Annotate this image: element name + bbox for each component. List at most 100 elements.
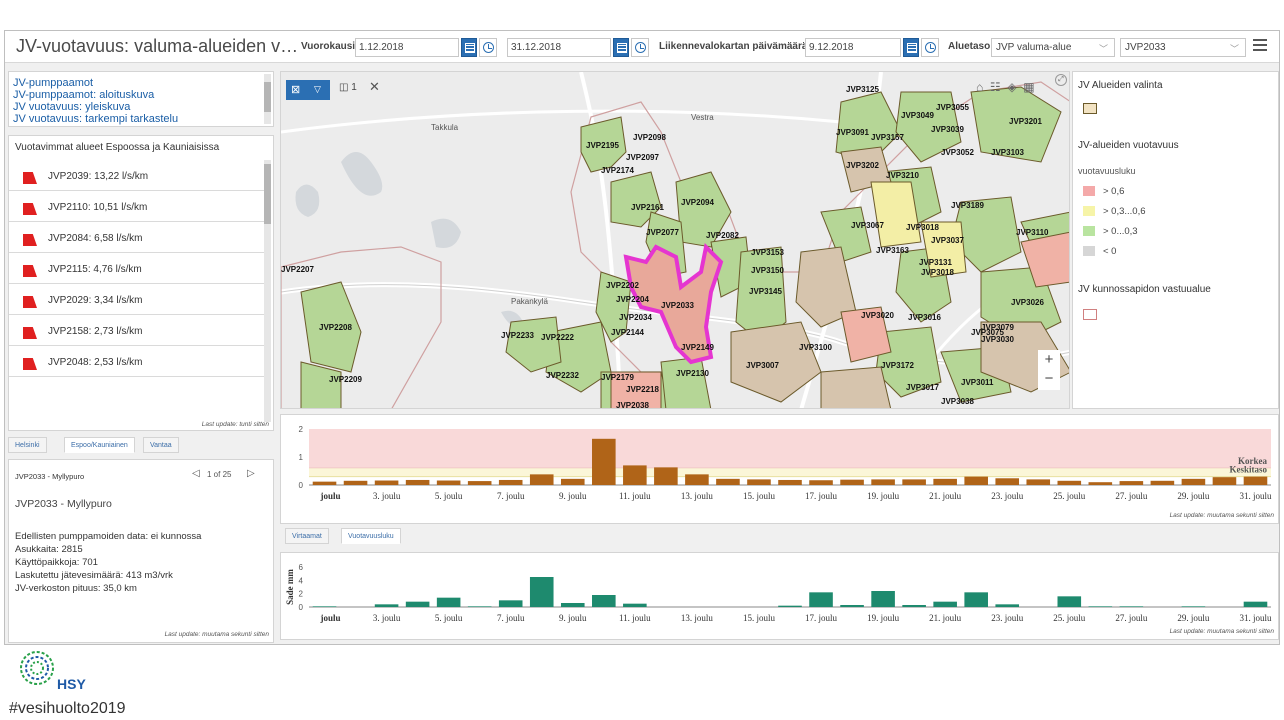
tab-vuotavuusluku[interactable]: Vuotavuusluku [341, 528, 401, 544]
bar[interactable] [1088, 482, 1113, 485]
bar[interactable] [374, 480, 399, 485]
map-area-label[interactable]: JVP3079 [981, 323, 1014, 332]
bar[interactable] [809, 592, 833, 607]
area-level-select[interactable]: JVP valuma-alue ﹀ [991, 38, 1115, 57]
map-area-label[interactable]: JVP2204 [616, 295, 649, 304]
ranking-item[interactable]: JVP2048: 2,53 l/s/km [9, 346, 269, 377]
map-area-label[interactable]: JVP2233 [501, 331, 534, 340]
tab-espoo-kauniainen[interactable]: Espoo/Kauniainen [64, 437, 135, 453]
bar[interactable] [1181, 478, 1206, 485]
bar[interactable] [809, 480, 833, 485]
bar[interactable] [747, 479, 771, 485]
links-scrollbar[interactable] [264, 74, 271, 124]
map-area-label[interactable]: JVP3007 [746, 361, 779, 370]
bar[interactable] [312, 606, 337, 607]
map-area-label[interactable]: JVP2232 [546, 371, 579, 380]
map-area-label[interactable]: JVP2218 [626, 385, 659, 394]
prev-arrow-icon[interactable]: ◁ [192, 468, 200, 479]
map-area-label[interactable]: JVP2195 [586, 141, 619, 150]
bar[interactable] [498, 479, 523, 485]
bar[interactable] [592, 438, 616, 485]
trafficmap-calendar-icon[interactable] [903, 38, 919, 57]
bar[interactable] [1243, 476, 1268, 485]
bar[interactable] [592, 595, 616, 607]
bar[interactable] [995, 604, 1020, 607]
bar[interactable] [1088, 606, 1113, 607]
end-clock-icon[interactable] [631, 38, 649, 57]
trafficmap-clock-icon[interactable] [921, 38, 939, 57]
map-area-label[interactable]: JVP2161 [631, 203, 664, 212]
bar[interactable] [933, 478, 957, 485]
map-area-label[interactable]: JVP3016 [908, 313, 941, 322]
zoom-out-icon[interactable]: − [1038, 370, 1060, 390]
link-pumppaamot[interactable]: JV-pumppaamot [13, 77, 269, 89]
bar[interactable] [871, 479, 895, 485]
link-vuotavuus-yleiskuva[interactable]: JV vuotavuus: yleiskuva [13, 101, 269, 113]
map-view[interactable]: Takkula Vestra Pakankylä JVP3125 JVP3049 J… [280, 71, 1070, 409]
bar[interactable] [1212, 477, 1237, 485]
map-area-label[interactable]: JVP2033 [661, 301, 694, 310]
map-area-label[interactable]: JVP2098 [633, 133, 666, 142]
map-area-label[interactable]: JVP2222 [541, 333, 574, 342]
bar[interactable] [529, 474, 554, 485]
ranking-scrollbar[interactable] [264, 160, 271, 422]
map-area-label[interactable]: JVP3150 [751, 266, 784, 275]
bar[interactable] [1119, 606, 1144, 607]
bar[interactable] [529, 577, 554, 607]
bar[interactable] [467, 481, 492, 485]
bar[interactable] [560, 603, 585, 607]
bar[interactable] [623, 603, 647, 607]
tab-virtaamat[interactable]: Virtaamat [285, 528, 329, 544]
start-date-input[interactable]: 1.12.2018 [355, 38, 459, 57]
bar[interactable] [871, 591, 895, 607]
map-area-label[interactable]: JVP3039 [931, 125, 964, 134]
ranking-item[interactable]: JVP2110: 10,51 l/s/km [9, 191, 269, 222]
map-area-label[interactable]: JVP3067 [851, 221, 884, 230]
bar[interactable] [405, 479, 430, 485]
zoom-in-icon[interactable]: + [1038, 350, 1060, 370]
ranking-item[interactable]: JVP2039: 13,22 l/s/km [9, 160, 269, 191]
map-area-label[interactable]: JVP3018 [921, 268, 954, 277]
menu-icon[interactable] [1253, 39, 1267, 53]
link-pumppaamot-aloitus[interactable]: JV-pumppaamot: aloituskuva [13, 89, 269, 101]
map-area-label[interactable]: JVP3145 [749, 287, 782, 296]
bar[interactable] [716, 478, 740, 485]
map-area-label[interactable]: JVP3125 [846, 85, 879, 94]
ranking-item[interactable]: JVP2029: 3,34 l/s/km [9, 284, 269, 315]
tab-vantaa[interactable]: Vantaa [143, 437, 179, 453]
map-area-label[interactable]: JVP3210 [886, 171, 919, 180]
map-area-label[interactable]: JVP2097 [626, 153, 659, 162]
bar[interactable] [343, 480, 368, 485]
bar[interactable] [778, 479, 802, 485]
start-clock-icon[interactable] [479, 38, 497, 57]
map-area-label[interactable]: JVP3153 [751, 248, 784, 257]
map-area-label[interactable]: JVP2174 [601, 166, 634, 175]
ranking-item[interactable]: JVP2084: 6,58 l/s/km [9, 222, 269, 253]
bar[interactable] [964, 476, 988, 485]
map-area-label[interactable]: JVP3110 [1016, 228, 1049, 237]
ranking-item[interactable]: JVP2158: 2,73 l/s/km [9, 315, 269, 346]
map-area-label[interactable]: JVP3201 [1009, 117, 1042, 126]
end-date-input[interactable]: 31.12.2018 [507, 38, 611, 57]
map-area-label[interactable]: JVP3018 [906, 223, 939, 232]
area-id-select[interactable]: JVP2033 ﹀ [1120, 38, 1246, 57]
home-icon[interactable]: ⌂ [976, 80, 983, 94]
bar[interactable] [933, 601, 957, 607]
close-icon[interactable]: ✕ [369, 79, 380, 95]
map-area-label[interactable]: JVP3011 [961, 378, 994, 387]
map-area-label[interactable]: JVP2038 [616, 401, 649, 409]
map-area-label[interactable]: JVP2149 [681, 343, 714, 352]
map-area-label[interactable]: JVP2208 [319, 323, 352, 332]
map-area-label[interactable]: JVP3055 [936, 103, 969, 112]
bar[interactable] [840, 479, 864, 485]
bar[interactable] [623, 465, 647, 485]
bar[interactable] [436, 480, 461, 485]
map-area-label[interactable]: JVP2202 [606, 281, 639, 290]
map-area-label[interactable]: JVP3049 [901, 111, 934, 120]
map-area-label[interactable]: JVP2034 [619, 313, 652, 322]
map-area-label[interactable]: JVP3026 [1011, 298, 1044, 307]
bar[interactable] [467, 606, 492, 607]
bar[interactable] [1119, 481, 1144, 485]
map-area-label[interactable]: JVP3189 [951, 201, 984, 210]
map-area-label[interactable]: JVP3131 [919, 258, 952, 267]
